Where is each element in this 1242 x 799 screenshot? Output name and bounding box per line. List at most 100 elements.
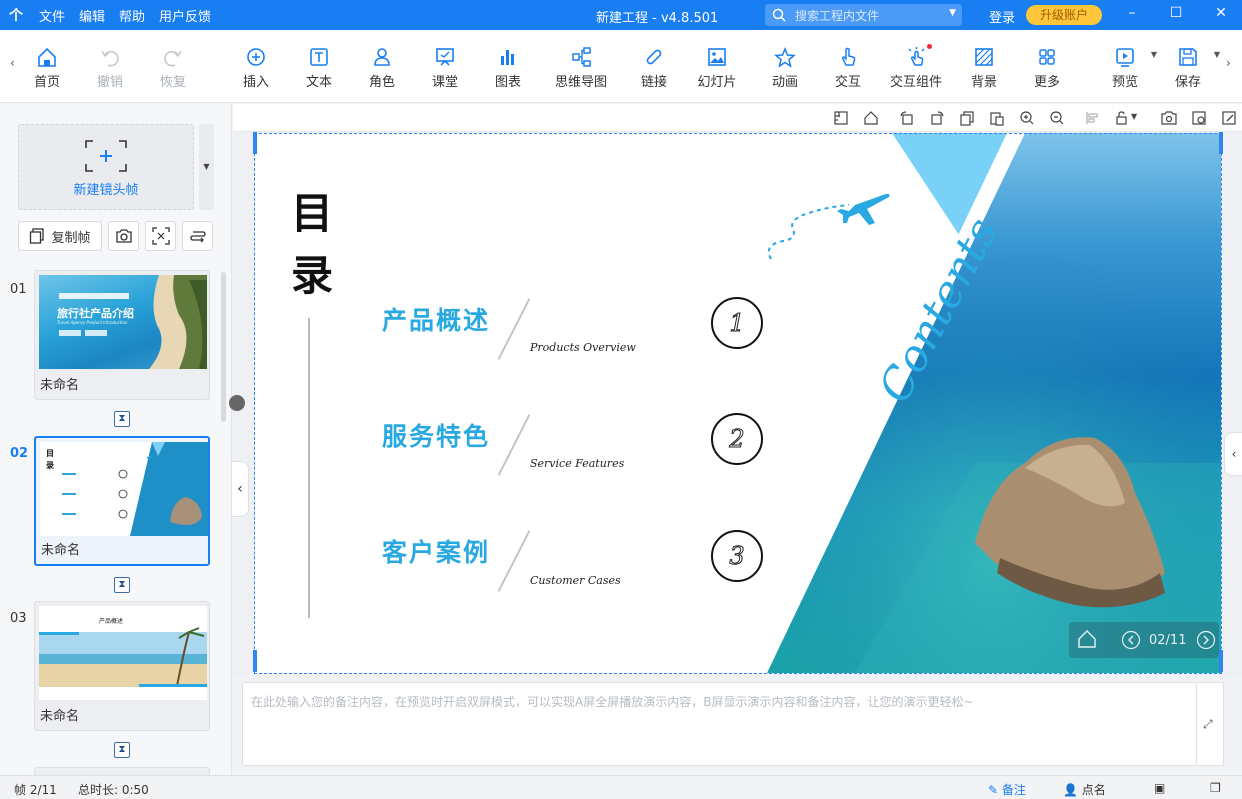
menu-edit[interactable]: 编辑: [72, 6, 112, 25]
lock-dropdown-icon[interactable]: ▼: [1131, 112, 1147, 128]
upgrade-account-button[interactable]: 升级账户: [1026, 5, 1102, 25]
notes-area[interactable]: 在此处输入您的备注内容，在预览时开启双屏模式，可以实现A屏全屏播放演示内容，B屏…: [242, 682, 1197, 766]
transition-icon[interactable]: ⧗: [114, 411, 130, 427]
ruler-icon[interactable]: [833, 110, 849, 126]
camera-icon[interactable]: [1161, 110, 1177, 126]
classroom-button[interactable]: 课堂: [413, 46, 477, 90]
replace-image-icon[interactable]: [1191, 110, 1207, 126]
rollcall-button[interactable]: 👤 点名: [1063, 781, 1106, 798]
save-dropdown-icon[interactable]: ▼: [1214, 50, 1220, 59]
item-3-title[interactable]: 客户案例: [382, 533, 490, 569]
home-view-icon[interactable]: [863, 110, 879, 126]
align-icon[interactable]: [1085, 110, 1101, 126]
expand-right-panel-icon[interactable]: ‹: [1224, 432, 1242, 476]
slideshow-button[interactable]: 幻灯片: [685, 46, 749, 90]
frame-thumbnail-1[interactable]: 旅行社产品介绍 Travel Agency Product Introducti…: [34, 270, 210, 400]
frame-order-button[interactable]: [182, 221, 213, 251]
item-1-subtitle[interactable]: Products Overview: [530, 341, 636, 354]
text-button[interactable]: 文本: [287, 46, 351, 90]
more-button[interactable]: 更多: [1015, 46, 1079, 90]
menu-file[interactable]: 文件: [32, 6, 72, 25]
background-button[interactable]: 背景: [952, 46, 1016, 90]
person-icon: 👤: [1063, 783, 1078, 797]
character-label: 角色: [368, 75, 395, 90]
new-frame-button[interactable]: 新建镜头帧: [18, 124, 194, 210]
character-button[interactable]: 角色: [350, 46, 414, 90]
lock-icon[interactable]: [1115, 110, 1131, 126]
expand-icon[interactable]: ⤢: [1203, 717, 1213, 732]
preview-button[interactable]: 预览 ▼: [1093, 46, 1157, 90]
interact-button[interactable]: 交互: [816, 46, 880, 90]
chart-button[interactable]: 图表: [476, 46, 540, 90]
item-3-subtitle[interactable]: Customer Cases: [530, 574, 621, 587]
svg-text:录: 录: [46, 460, 54, 470]
close-icon[interactable]: ✕: [1211, 5, 1231, 21]
search-icon: [772, 8, 786, 22]
save-button[interactable]: 保存 ▼: [1156, 46, 1220, 90]
search-input[interactable]: 搜索工程内文件 ▼: [765, 4, 962, 26]
frame-thumbnail-3[interactable]: 产品概述 未命名: [34, 601, 210, 731]
frame-corner-handle[interactable]: [1219, 650, 1223, 672]
menu-help[interactable]: 帮助: [112, 6, 152, 25]
animation-star-icon: [774, 47, 796, 68]
transition-icon[interactable]: ⧗: [114, 577, 130, 593]
new-frame-dropdown-icon[interactable]: ▼: [199, 124, 214, 210]
collapse-panel-icon[interactable]: ‹: [231, 461, 249, 517]
frame-corner-handle[interactable]: [253, 132, 257, 154]
frame-thumbnail-4[interactable]: [34, 767, 210, 775]
character-icon: [374, 48, 390, 66]
screen-icon[interactable]: ▣: [1154, 781, 1165, 795]
mindmap-button[interactable]: 思维导图: [549, 46, 613, 90]
frame-corner-handle[interactable]: [253, 650, 257, 672]
link-icon: [646, 49, 662, 65]
airplane-icon: [767, 193, 890, 260]
thumbnail-scrollbar[interactable]: [221, 272, 226, 422]
item-2-number[interactable]: 2: [711, 413, 763, 465]
slide-title[interactable]: 目录: [291, 183, 341, 307]
insert-button[interactable]: 插入: [224, 46, 288, 90]
thumbnail-image: 产品概述: [39, 606, 207, 700]
item-3-number[interactable]: 3: [711, 530, 763, 582]
window-icon[interactable]: ❐: [1210, 781, 1221, 795]
item-1-number[interactable]: 1: [711, 297, 763, 349]
frame-thumbnail-2[interactable]: 目 录 未命名: [34, 436, 210, 566]
snapshot-button[interactable]: [108, 221, 139, 251]
copy-icon[interactable]: [959, 110, 975, 126]
fit-frame-button[interactable]: [145, 221, 176, 251]
paste-icon[interactable]: [989, 110, 1005, 126]
classroom-icon: [436, 48, 454, 66]
redo-button[interactable]: 恢复: [141, 46, 205, 90]
rotate-left-icon[interactable]: [899, 110, 915, 126]
frame-corner-handle[interactable]: [1219, 132, 1223, 154]
transition-icon[interactable]: ⧗: [114, 742, 130, 758]
copy-icon: [30, 228, 45, 244]
drag-handle-dot[interactable]: [229, 395, 245, 411]
menu-feedback[interactable]: 用户反馈: [152, 6, 218, 25]
toolbar-scroll-right-icon[interactable]: ›: [1226, 56, 1231, 70]
link-button[interactable]: 链接: [622, 46, 686, 90]
nav-prev-icon[interactable]: [1121, 630, 1141, 654]
copy-frame-button[interactable]: 复制帧: [18, 221, 102, 251]
nav-home-icon[interactable]: [1077, 629, 1097, 653]
interactive-widget-button[interactable]: 交互组件: [884, 44, 948, 90]
zoom-in-icon[interactable]: [1019, 110, 1035, 126]
nav-next-icon[interactable]: [1196, 630, 1216, 654]
animation-button[interactable]: 动画: [753, 46, 817, 90]
zoom-out-icon[interactable]: [1049, 110, 1065, 126]
canvas-area: ▼ 目录 产品概述 Products Overview 1 服务特色 Servi…: [229, 104, 1242, 675]
maximize-icon[interactable]: ☐: [1166, 5, 1186, 21]
item-2-subtitle[interactable]: Service Features: [530, 457, 624, 470]
undo-button[interactable]: 撤销: [78, 46, 142, 90]
slide-canvas[interactable]: 目录 产品概述 Products Overview 1 服务特色 Service…: [255, 133, 1221, 673]
edit-icon[interactable]: [1221, 110, 1237, 126]
chevron-down-icon[interactable]: ▼: [949, 8, 956, 18]
search-placeholder: 搜索工程内文件: [795, 8, 880, 23]
home-button[interactable]: 首页: [15, 46, 79, 90]
notes-toggle[interactable]: ✎ 备注: [988, 781, 1026, 798]
item-1-title[interactable]: 产品概述: [382, 301, 490, 337]
interact-label: 交互: [834, 75, 861, 90]
rotate-right-icon[interactable]: [929, 110, 945, 126]
item-2-title[interactable]: 服务特色: [382, 417, 490, 453]
login-link[interactable]: 登录: [989, 7, 1015, 26]
minimize-icon[interactable]: –: [1122, 5, 1142, 21]
